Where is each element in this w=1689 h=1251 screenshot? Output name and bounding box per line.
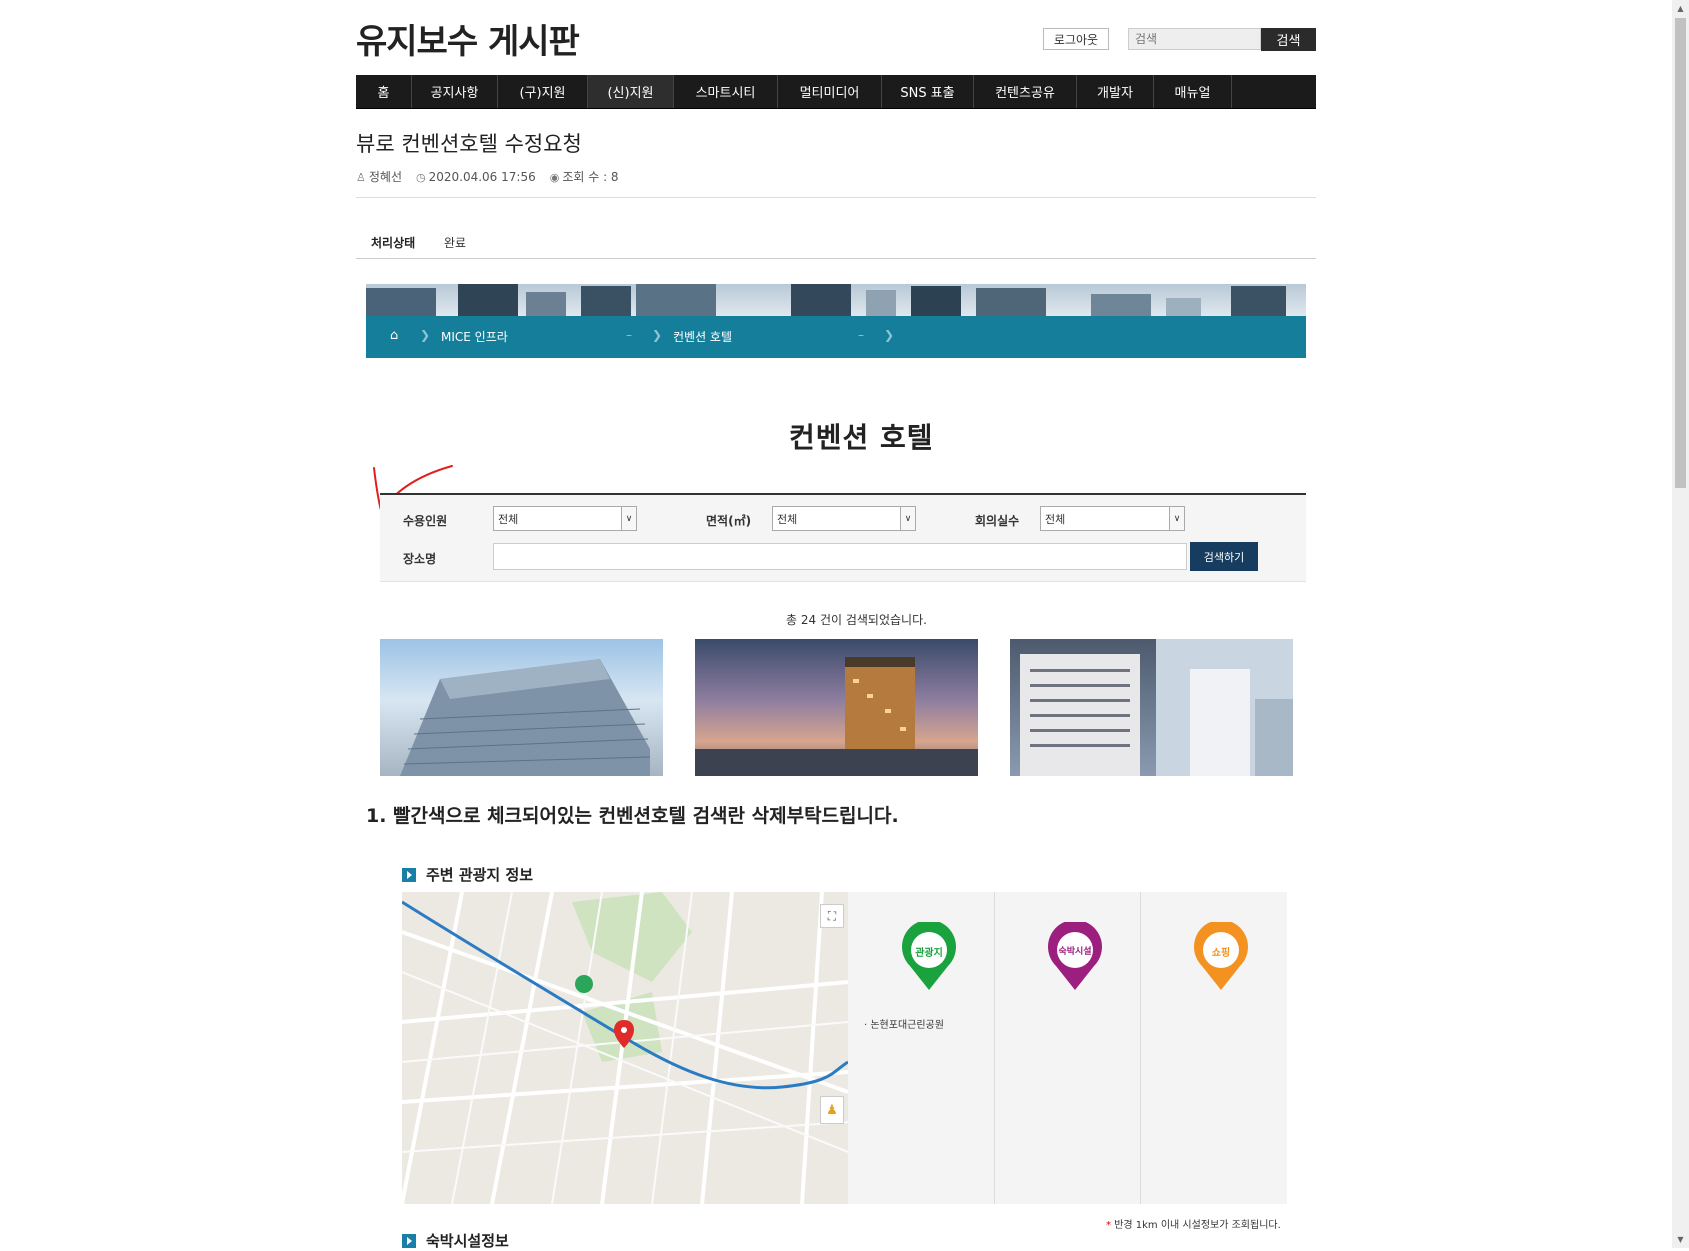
lodging-pin[interactable] <box>1046 922 1104 992</box>
hotel-photo[interactable] <box>380 639 663 776</box>
nav-item-sns[interactable]: SNS 표출 <box>882 75 974 108</box>
post-views: ◉ 조회 수 : 8 <box>550 168 619 185</box>
nav-item-notice[interactable]: 공지사항 <box>412 75 498 108</box>
rooms-label: 회의실수 <box>975 514 1020 528</box>
search-button[interactable]: 검색 <box>1261 28 1316 51</box>
site-title[interactable]: 유지보수 게시판 <box>356 14 580 63</box>
divider <box>356 258 1316 259</box>
page-banner: ⌂ ❯ MICE 인프라 – ❯ 컨벤션 호텔 – ❯ <box>366 284 1306 358</box>
hotel-building-image <box>400 659 651 776</box>
nav-item-home[interactable]: 홈 <box>356 75 412 108</box>
status-value: 완료 <box>444 236 467 250</box>
nav-item-new-support[interactable]: (신)지원 <box>588 75 674 108</box>
lodging-pin-label: 숙박시설 <box>1058 947 1092 957</box>
nav-item-smartcity[interactable]: 스마트시티 <box>674 75 778 108</box>
hotel-photo[interactable] <box>1010 639 1293 776</box>
main-nav: 홈 공지사항 (구)지원 (신)지원 스마트시티 멀티미디어 SNS 표출 컨텐… <box>356 75 1316 109</box>
capacity-value: 전체 <box>498 512 519 526</box>
area-label: 면적(㎡) <box>706 514 752 528</box>
hotel-heading: 컨벤션 호텔 <box>789 421 934 454</box>
nearby-list-item[interactable]: · 논현포대근린공원 <box>864 1016 944 1031</box>
breadcrumb-mice[interactable]: MICE 인프라 <box>441 328 508 345</box>
tour-section-label: 주변 관광지 정보 <box>426 866 534 884</box>
column-divider <box>994 892 995 1204</box>
author-name: 정혜선 <box>368 170 402 184</box>
chevron-down-icon: ∨ <box>621 507 636 530</box>
tour-section-title: 주변 관광지 정보 <box>402 864 533 885</box>
capacity-label: 수용인원 <box>403 514 448 528</box>
breadcrumb-hotel[interactable]: 컨벤션 호텔 <box>673 328 732 345</box>
views-text: 조회 수 : 8 <box>562 170 619 184</box>
rooms-value: 전체 <box>1045 512 1066 526</box>
chevron-down-icon: ∨ <box>1169 507 1184 530</box>
nav-item-developer[interactable]: 개발자 <box>1077 75 1154 108</box>
play-icon <box>402 867 416 882</box>
radius-note: * 반경 1km 이내 시설정보가 조회됩니다. <box>1106 1220 1281 1231</box>
hotel-building-image <box>695 657 978 776</box>
tour-pin-label: 관광지 <box>915 948 943 959</box>
post-title: 뷰로 컨벤션호텔 수정요청 <box>356 132 582 156</box>
radius-note-text: 반경 1km 이내 시설정보가 조회됩니다. <box>1114 1220 1281 1231</box>
chevron-down-icon: – <box>858 328 864 342</box>
logout-button[interactable]: 로그아웃 <box>1043 28 1109 50</box>
place-label: 장소명 <box>403 552 437 566</box>
nav-item-manual[interactable]: 매뉴얼 <box>1154 75 1232 108</box>
status-label: 처리상태 <box>371 236 416 250</box>
banner-skyline-image <box>366 284 1306 316</box>
rooms-select[interactable]: 전체 ∨ <box>1040 506 1185 531</box>
chevron-down-icon: ∨ <box>900 507 915 530</box>
home-icon[interactable]: ⌂ <box>390 328 398 343</box>
post-meta: ♙ 정혜선 ◷ 2020.04.06 17:56 ◉ 조회 수 : 8 <box>356 168 619 185</box>
chevron-down-icon: – <box>626 328 632 342</box>
hotel-building-image <box>1020 639 1293 776</box>
capacity-select[interactable]: 전체 ∨ <box>493 506 637 531</box>
nav-item-old-support[interactable]: (구)지원 <box>498 75 588 108</box>
result-count: 총 24 건이 검색되었습니다. <box>786 613 927 627</box>
street-map <box>402 892 848 1204</box>
user-icon: ♙ <box>356 171 366 184</box>
hotel-photo[interactable] <box>695 639 978 776</box>
date-text: 2020.04.06 17:56 <box>428 169 536 184</box>
column-divider <box>1140 892 1141 1204</box>
clock-icon: ◷ <box>416 170 426 184</box>
fullscreen-icon[interactable]: ⛶ <box>820 904 844 928</box>
eye-icon: ◉ <box>549 171 560 184</box>
street-view-icon[interactable]: ♟ <box>820 1096 844 1124</box>
nav-item-content-share[interactable]: 컨텐츠공유 <box>974 75 1077 108</box>
play-icon <box>402 1233 416 1248</box>
search-input[interactable] <box>1128 28 1261 50</box>
divider <box>356 197 1316 198</box>
form-search-button[interactable]: 검색하기 <box>1190 542 1258 571</box>
place-name-input[interactable] <box>493 543 1187 570</box>
scroll-down-icon[interactable]: ▼ <box>1672 1231 1689 1248</box>
request-note: 1. 빨간색으로 체크되어있는 컨벤션호텔 검색란 삭제부탁드립니다. <box>366 805 899 827</box>
area-select[interactable]: 전체 ∨ <box>772 506 916 531</box>
post-author: ♙ 정혜선 <box>356 168 402 185</box>
scroll-up-icon[interactable]: ▲ <box>1672 0 1689 17</box>
map-view[interactable]: ⛶ ♟ <box>402 892 848 1204</box>
nav-item-multimedia[interactable]: 멀티미디어 <box>778 75 882 108</box>
scrollbar-thumb[interactable] <box>1675 18 1686 488</box>
post-date: ◷ 2020.04.06 17:56 <box>416 170 536 184</box>
shopping-pin-label: 쇼핑 <box>1211 948 1231 959</box>
breadcrumb: ⌂ ❯ MICE 인프라 – ❯ 컨벤션 호텔 – ❯ <box>366 316 1306 358</box>
area-value: 전체 <box>777 512 798 526</box>
